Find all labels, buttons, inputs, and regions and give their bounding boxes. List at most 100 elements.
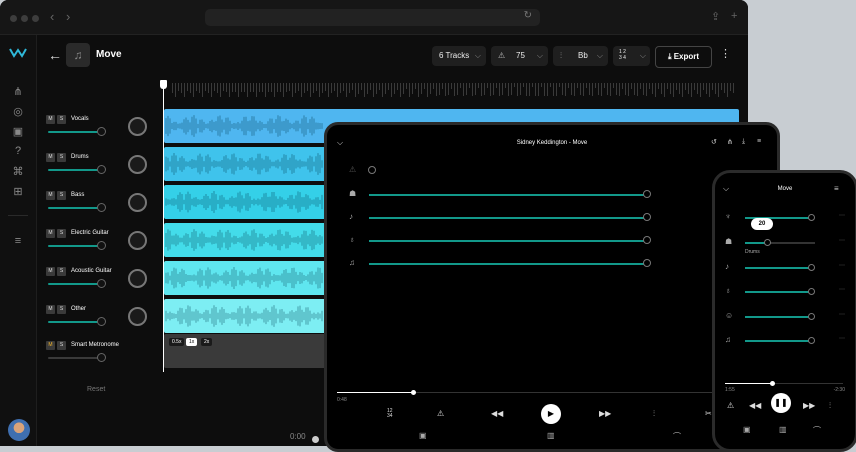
new-tab-icon[interactable]: + xyxy=(731,10,737,22)
menu-icon[interactable]: ≡ xyxy=(757,138,761,145)
more-icon[interactable]: ⋯ xyxy=(839,237,845,244)
solo-button[interactable]: S xyxy=(57,191,66,200)
phone-progress-thumb[interactable] xyxy=(770,381,775,386)
volume-slider-thumb[interactable] xyxy=(643,259,651,267)
volume-slider[interactable] xyxy=(48,283,104,285)
volume-slider-thumb[interactable] xyxy=(97,127,106,136)
volume-slider[interactable] xyxy=(48,131,104,133)
sliders-icon[interactable]: ✂ xyxy=(705,409,712,418)
volume-slider[interactable] xyxy=(745,316,809,318)
rate-2x-button[interactable]: 2x xyxy=(201,338,213,346)
volume-slider-thumb[interactable] xyxy=(97,317,106,326)
volume-slider-thumb[interactable] xyxy=(97,241,106,250)
volume-slider-thumb[interactable] xyxy=(97,279,106,288)
progress-thumb[interactable] xyxy=(312,436,319,443)
address-bar[interactable]: ↻ xyxy=(205,9,540,26)
download-icon[interactable]: ⤓ xyxy=(742,138,745,146)
guitar-icon[interactable]: ⌘ xyxy=(10,165,26,178)
volume-slider[interactable] xyxy=(48,245,104,247)
volume-slider-thumb[interactable] xyxy=(808,312,815,320)
undo-icon[interactable]: ↺ xyxy=(711,138,717,146)
playhead[interactable] xyxy=(163,82,164,372)
window-minimize-dot[interactable] xyxy=(21,15,28,22)
grid-icon[interactable]: ⊞ xyxy=(10,185,26,198)
volume-slider-thumb[interactable] xyxy=(808,287,815,295)
lyrics-icon[interactable]: ▣ xyxy=(419,431,427,440)
time-signature-dropdown[interactable]: 1 2 3 4 ⌵ xyxy=(613,46,650,66)
mute-button[interactable]: M xyxy=(46,229,55,238)
lyrics-icon[interactable]: ▣ xyxy=(743,425,751,434)
volume-slider-thumb[interactable] xyxy=(808,263,815,271)
sliders-icon[interactable]: ⫶ xyxy=(653,409,655,419)
play-button[interactable]: ▶ xyxy=(541,404,561,424)
share-icon[interactable]: ⇪ xyxy=(711,10,720,23)
volume-slider[interactable] xyxy=(48,357,104,359)
tablet-progress-thumb[interactable] xyxy=(411,390,416,395)
voice-icon[interactable]: ◎ xyxy=(10,105,26,118)
volume-slider-thumb[interactable] xyxy=(643,236,651,244)
sliders-icon[interactable]: ⫶ xyxy=(829,401,831,411)
rewind-icon[interactable]: ◀◀ xyxy=(749,401,761,410)
volume-slider[interactable] xyxy=(48,321,104,323)
volume-slider[interactable] xyxy=(369,240,645,242)
volume-slider[interactable] xyxy=(745,291,809,293)
mute-button[interactable]: M xyxy=(46,341,55,350)
volume-slider[interactable] xyxy=(745,340,809,342)
solo-button[interactable]: S xyxy=(57,153,66,162)
ear-icon[interactable]: ? xyxy=(10,145,26,157)
metronome-icon[interactable]: ⚠ xyxy=(727,401,734,410)
volume-slider[interactable] xyxy=(369,194,645,196)
mute-button[interactable]: M xyxy=(46,267,55,276)
browser-back-icon[interactable]: ‹ xyxy=(50,9,54,24)
rate-0-5x-button[interactable]: 0.5x xyxy=(169,338,185,346)
volume-slider-thumb[interactable] xyxy=(808,213,815,221)
pan-knob[interactable] xyxy=(128,155,147,174)
window-close-dot[interactable] xyxy=(10,15,17,22)
playhead-handle[interactable] xyxy=(160,80,167,89)
reset-button[interactable]: Reset xyxy=(87,386,105,393)
pan-knob[interactable] xyxy=(128,269,147,288)
volume-slider-thumb[interactable] xyxy=(643,213,651,221)
volume-slider-thumb[interactable] xyxy=(97,203,106,212)
solo-button[interactable]: S xyxy=(57,267,66,276)
profile-icon[interactable]: ▣ xyxy=(10,125,26,138)
chords-icon[interactable]: ▥ xyxy=(779,425,787,434)
metronome-icon[interactable]: ⚠ xyxy=(437,409,444,418)
tuner-icon[interactable]: ⌒ xyxy=(673,431,681,442)
solo-button[interactable]: S xyxy=(57,305,66,314)
more-icon[interactable]: ⋯ xyxy=(839,286,845,293)
mute-button[interactable]: M xyxy=(46,191,55,200)
volume-slider-thumb[interactable] xyxy=(97,165,106,174)
pan-knob[interactable] xyxy=(128,193,147,212)
volume-slider-thumb[interactable] xyxy=(97,353,106,362)
playlist-icon[interactable]: ≡ xyxy=(10,235,26,247)
avatar[interactable] xyxy=(8,419,30,441)
volume-slider-track[interactable] xyxy=(767,242,815,244)
pan-knob[interactable] xyxy=(128,307,147,326)
rewind-icon[interactable]: ◀◀ xyxy=(491,409,503,418)
more-icon[interactable]: ⋯ xyxy=(839,335,845,342)
timeline-ruler[interactable] xyxy=(164,80,739,100)
volume-slider-thumb[interactable] xyxy=(764,238,771,246)
mute-button[interactable]: M xyxy=(46,305,55,314)
phone-pause-button[interactable]: ❚❚ xyxy=(771,393,791,413)
tracks-dropdown[interactable]: 6 Tracks ⌵ xyxy=(432,46,486,66)
volume-slider[interactable] xyxy=(745,267,809,269)
window-zoom-dot[interactable] xyxy=(32,15,39,22)
more-icon[interactable]: ⋯ xyxy=(839,262,845,269)
mute-button[interactable]: M xyxy=(46,153,55,162)
reload-icon[interactable]: ↻ xyxy=(524,10,532,21)
fast-forward-icon[interactable]: ▶▶ xyxy=(599,409,611,418)
volume-slider[interactable] xyxy=(369,217,645,219)
share-nodes-icon[interactable]: ⋔ xyxy=(10,85,26,98)
volume-slider-thumb[interactable] xyxy=(368,166,376,174)
volume-slider-thumb[interactable] xyxy=(808,336,815,344)
volume-slider[interactable] xyxy=(48,207,104,209)
export-button[interactable]: ⤓ Export xyxy=(655,46,712,68)
mute-button[interactable]: M xyxy=(46,115,55,124)
volume-slider-thumb[interactable] xyxy=(643,190,651,198)
menu-icon[interactable]: ≡ xyxy=(834,184,839,193)
time-signature-icon[interactable]: 12 34 xyxy=(387,409,393,419)
volume-slider[interactable] xyxy=(369,263,645,265)
key-dropdown[interactable]: ⫶ Bb ⌵ xyxy=(553,46,608,66)
